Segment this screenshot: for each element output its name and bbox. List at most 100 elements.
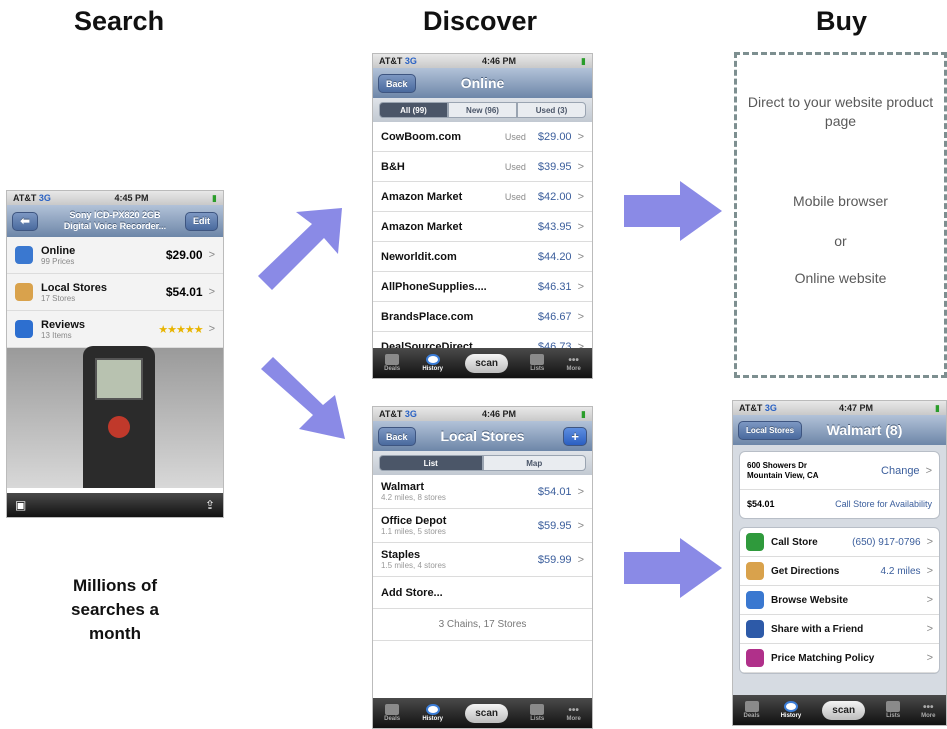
- store-distance: 1.1 miles, 5 stores: [381, 527, 446, 536]
- merchant-row[interactable]: Neworldit.com $44.20 >: [373, 242, 592, 272]
- merchant-row[interactable]: B&H Used $39.95 >: [373, 152, 592, 182]
- edit-button[interactable]: Edit: [185, 212, 218, 231]
- add-store-row[interactable]: Add Store...: [373, 577, 592, 609]
- heading-discover: Discover: [423, 6, 538, 36]
- reviews-row[interactable]: Reviews 13 Items ★★★★★ >: [7, 311, 223, 348]
- store-row[interactable]: Walmart 4.2 miles, 8 stores $54.01 >: [373, 475, 592, 509]
- tab-deals[interactable]: Deals: [384, 704, 400, 722]
- action-label: Price Matching Policy: [771, 652, 875, 664]
- scan-button[interactable]: scan: [465, 353, 509, 373]
- back-button[interactable]: Local Stores: [738, 421, 803, 440]
- tab-history[interactable]: History: [781, 701, 801, 719]
- call-availability-link[interactable]: Call Store for Availability: [835, 499, 932, 509]
- merchant-price: $29.00: [537, 130, 572, 143]
- segment-all[interactable]: All (99): [379, 102, 448, 118]
- tab-lists[interactable]: Lists: [530, 704, 544, 722]
- phone-local-stores-screen: AT&T 3G 4:46 PM ▮ Back Local Stores + Li…: [372, 406, 593, 729]
- scan-button[interactable]: scan: [822, 700, 866, 720]
- nav-title: Online: [460, 75, 505, 91]
- chevron-right-icon: >: [926, 594, 933, 606]
- action-row[interactable]: Call Store (650) 917-0796 >: [740, 528, 939, 557]
- phone-walmart-screen: AT&T 3G 4:47 PM ▮ Local Stores Walmart (…: [732, 400, 947, 726]
- tab-history[interactable]: History: [422, 704, 443, 722]
- online-row[interactable]: Online 99 Prices $29.00 >: [7, 237, 223, 274]
- speech-bubble-icon: [15, 320, 33, 338]
- segment-used[interactable]: Used (3): [517, 102, 586, 118]
- map-pin-icon: [15, 283, 33, 301]
- merchant-row[interactable]: Amazon Market $43.95 >: [373, 212, 592, 242]
- merchant-name: Neworldit.com: [381, 250, 457, 263]
- arrow-to-buy-bottom: [624, 538, 722, 598]
- arrow-to-buy-top: [624, 181, 722, 241]
- bottom-toolbar: ▣ ⇪: [7, 493, 223, 517]
- merchant-row[interactable]: AllPhoneSupplies.... $46.31 >: [373, 272, 592, 302]
- store-row[interactable]: Office Depot 1.1 miles, 5 stores $59.95 >: [373, 509, 592, 543]
- status-time: 4:45 PM: [114, 193, 149, 203]
- back-button[interactable]: Back: [378, 427, 416, 446]
- contacts-icon: [746, 620, 764, 638]
- store-name: Staples: [381, 549, 421, 561]
- chevron-right-icon: >: [208, 249, 215, 261]
- condition-segmented-control: All (99) New (96) Used (3): [373, 98, 592, 122]
- tab-bar: Deals History scan Lists ••• More: [373, 698, 592, 728]
- tab-history[interactable]: History: [422, 354, 443, 372]
- back-arrow-icon: ⬅: [20, 214, 31, 228]
- tab-bar: Deals History scan Lists ••• More: [733, 695, 946, 725]
- back-button[interactable]: Back: [378, 74, 416, 93]
- chevron-right-icon: >: [208, 286, 215, 298]
- folder-icon: [530, 354, 545, 365]
- action-row[interactable]: Price Matching Policy >: [740, 644, 939, 673]
- merchant-condition: Used: [504, 131, 526, 142]
- segment-map[interactable]: Map: [482, 455, 586, 471]
- store-row[interactable]: Staples 1.5 miles, 4 stores $59.99 >: [373, 543, 592, 577]
- tab-lists[interactable]: Lists: [530, 354, 544, 372]
- share-icon[interactable]: ⇪: [205, 498, 215, 512]
- merchant-name: BrandsPlace.com: [381, 310, 474, 323]
- action-row[interactable]: Share with a Friend >: [740, 615, 939, 644]
- nav-bar: Back Online: [373, 68, 592, 98]
- merchant-price: $43.95: [537, 220, 572, 233]
- merchant-price: $42.00: [537, 190, 572, 203]
- tab-more[interactable]: ••• More: [566, 355, 580, 372]
- merchant-name: Amazon Market: [381, 220, 463, 233]
- chevron-right-icon: >: [577, 519, 584, 532]
- action-label: Browse Website: [771, 594, 849, 606]
- segment-list[interactable]: List: [379, 455, 483, 471]
- local-stores-row[interactable]: Local Stores 17 Stores $54.01 >: [7, 274, 223, 311]
- change-location-link[interactable]: Change: [881, 465, 920, 477]
- merchant-name: CowBoom.com: [381, 130, 462, 143]
- more-dots-icon: •••: [923, 701, 934, 713]
- merchant-row[interactable]: CowBoom.com Used $29.00 >: [373, 122, 592, 152]
- add-button[interactable]: +: [563, 427, 587, 446]
- folder-icon[interactable]: ▣: [15, 498, 26, 512]
- back-button[interactable]: ⬅: [12, 212, 39, 231]
- scan-button[interactable]: scan: [465, 703, 509, 723]
- clock-icon: [425, 354, 440, 365]
- status-bar: AT&T 3G 4:46 PM ▮: [373, 407, 592, 421]
- chevron-right-icon: >: [925, 464, 932, 477]
- tab-lists[interactable]: Lists: [886, 701, 900, 719]
- store-price: $54.01: [537, 485, 572, 498]
- action-row[interactable]: Get Directions 4.2 miles >: [740, 557, 939, 586]
- tab-deals[interactable]: Deals: [384, 354, 400, 372]
- merchant-price: $46.31: [537, 280, 572, 293]
- merchant-condition: Used: [504, 161, 526, 172]
- phone-icon: [746, 533, 764, 551]
- chevron-right-icon: >: [208, 323, 215, 335]
- merchant-price: $44.20: [537, 250, 572, 263]
- action-row[interactable]: Browse Website >: [740, 586, 939, 615]
- online-website-text: Online website: [794, 270, 887, 286]
- merchant-name: Amazon Market: [381, 190, 463, 203]
- nav-bar: Back Local Stores +: [373, 421, 592, 451]
- store-info-card: 600 Showers Dr Mountain View, CA Change >…: [739, 451, 940, 519]
- chevron-right-icon: >: [577, 220, 584, 233]
- tab-more[interactable]: ••• More: [921, 702, 935, 719]
- merchant-row[interactable]: BrandsPlace.com $46.67 >: [373, 302, 592, 332]
- merchant-row[interactable]: Amazon Market Used $42.00 >: [373, 182, 592, 212]
- tab-more[interactable]: ••• More: [566, 705, 580, 722]
- tab-deals[interactable]: Deals: [744, 701, 760, 719]
- rating-stars: ★★★★★: [158, 323, 203, 336]
- chevron-right-icon: >: [577, 160, 584, 173]
- segment-new[interactable]: New (96): [448, 102, 517, 118]
- merchant-price: $39.95: [537, 160, 572, 173]
